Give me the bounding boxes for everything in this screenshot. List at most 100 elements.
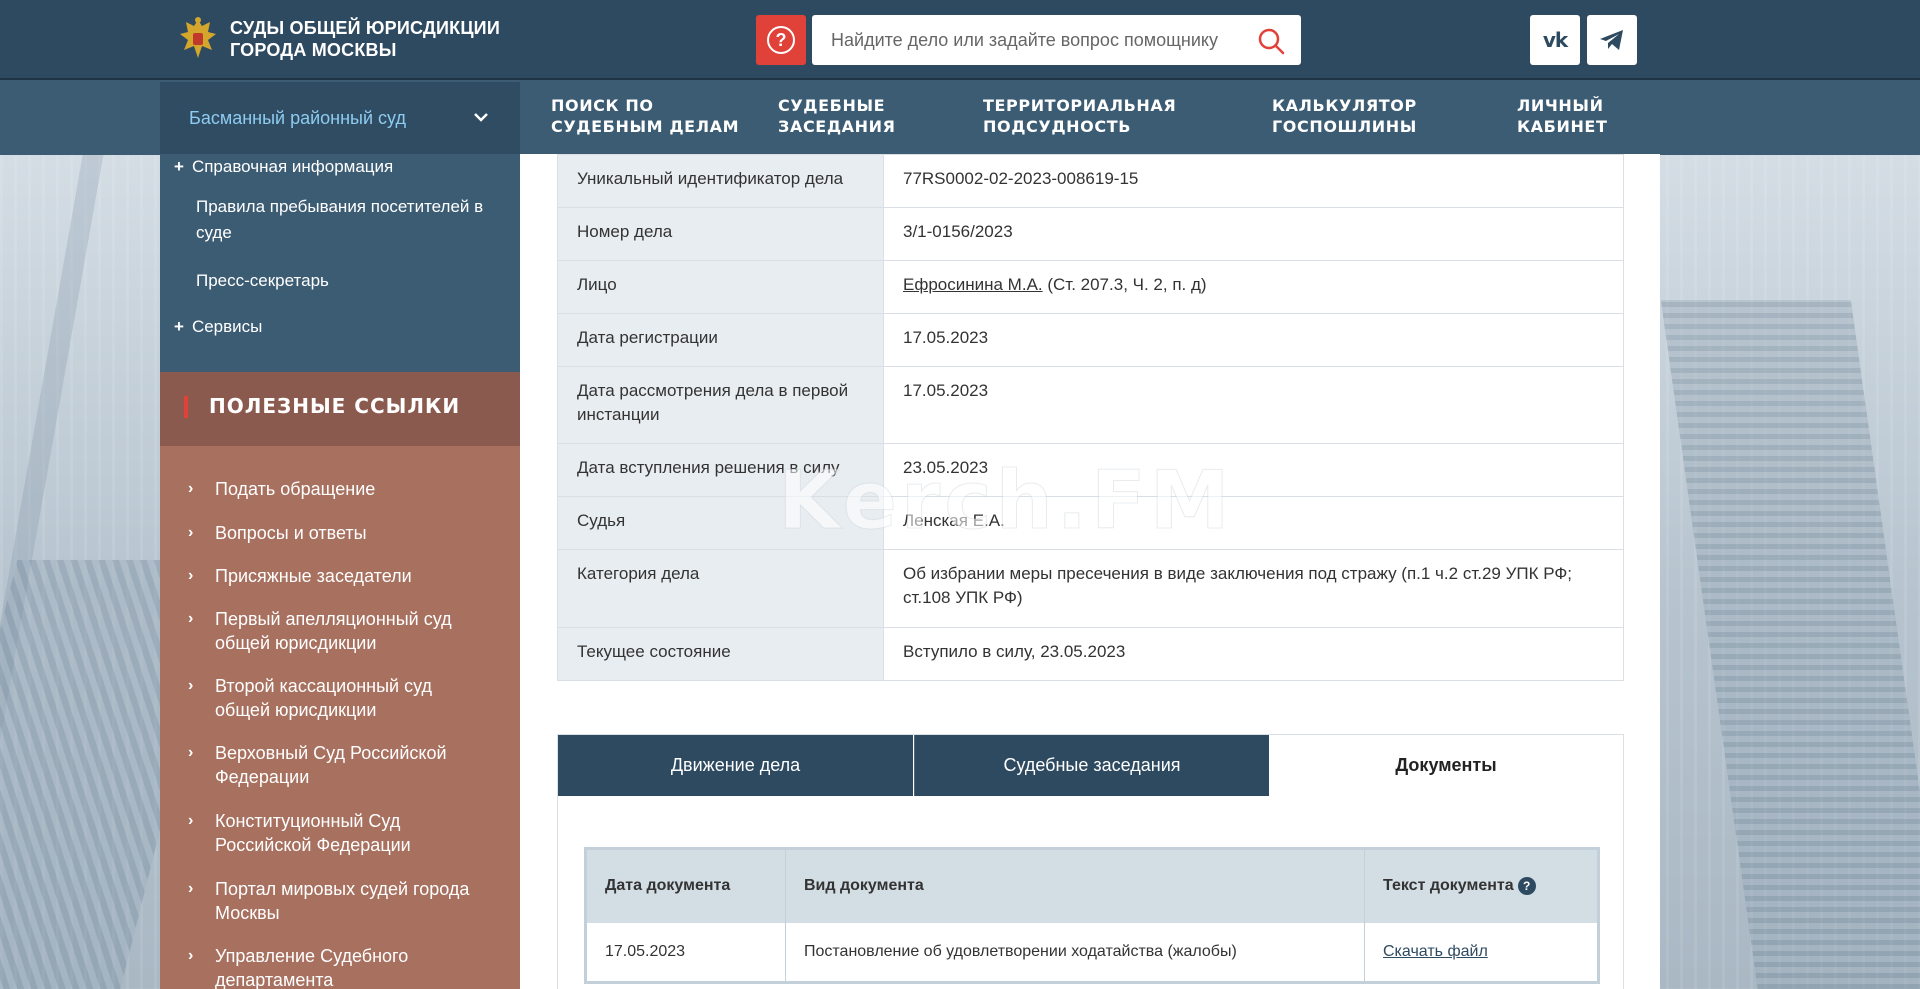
useful-link[interactable]: › Присяжные заседатели — [188, 564, 488, 588]
useful-link-label: Конституционный Суд Российской Федерации — [215, 811, 411, 855]
search-icon[interactable] — [1257, 27, 1285, 55]
useful-link[interactable]: › Первый апелляционный суд общей юрисдикц… — [188, 607, 488, 655]
useful-link-label: Присяжные заседатели — [215, 566, 412, 586]
case-value: 17.05.2023 — [883, 313, 1624, 367]
main-nav: Басманный районный суд ПОИСК ПО СУДЕБНЫМ… — [160, 82, 1660, 154]
useful-links-header: ПОЛЕЗНЫЕ ССЫЛКИ — [160, 372, 520, 446]
telegram-icon — [1600, 30, 1623, 50]
help-icon[interactable]: ? — [1517, 877, 1536, 896]
chevron-right-icon: › — [188, 524, 194, 541]
nav-case-search[interactable]: ПОИСК ПО СУДЕБНЫМ ДЕЛАМ — [551, 95, 739, 137]
useful-link-label: Второй кассационный суд общей юрисдикции — [215, 676, 432, 720]
assistant-help-button[interactable]: ? — [756, 15, 806, 65]
case-row: Дата регистрации 17.05.2023 — [557, 313, 1624, 367]
vk-button[interactable]: vk — [1530, 15, 1580, 65]
doc-link-cell: Скачать файл — [1364, 922, 1599, 983]
case-key: Дата регистрации — [557, 313, 884, 367]
tab-case-movement[interactable]: Движение дела — [558, 735, 913, 796]
person-link[interactable]: Ефросинина М.А. — [903, 275, 1043, 294]
col-doc-text: Текст документа? — [1364, 848, 1599, 923]
case-key: Уникальный идентификатор дела — [557, 154, 884, 208]
table-row: 17.05.2023 Постановление об удовлетворен… — [585, 922, 1599, 983]
nav-jurisdiction[interactable]: ТЕРРИТОРИАЛЬНАЯ ПОДСУДНОСТЬ — [983, 95, 1176, 137]
case-row: Лицо Ефросинина М.А. (Ст. 207.3, Ч. 2, п… — [557, 260, 1624, 314]
nav-case-search-line1: ПОИСК ПО — [551, 96, 654, 115]
chevron-right-icon: › — [188, 677, 194, 694]
sidebar-info-menu: + Справочная информация Правила пребывани… — [160, 154, 520, 372]
tab-hearings[interactable]: Судебные заседания — [914, 735, 1269, 796]
nav-case-search-line2: СУДЕБНЫМ ДЕЛАМ — [551, 117, 740, 136]
useful-links-title: ПОЛЕЗНЫЕ ССЫЛКИ — [209, 394, 461, 418]
case-value: 77RS0002-02-2023-008619-15 — [883, 154, 1624, 208]
sidebar-item-press[interactable]: Пресс-секретарь — [196, 268, 329, 294]
sidebar-item-visitor-rules[interactable]: Правила пребывания посетителей в суде — [196, 194, 496, 246]
chevron-right-icon: › — [188, 812, 194, 829]
search-input[interactable] — [812, 17, 1242, 63]
case-row: Дата рассмотрения дела в первой инстанци… — [557, 366, 1624, 444]
sidebar-item-reference-label: Справочная информация — [191, 157, 394, 176]
sidebar-item-reference[interactable]: + Справочная информация — [174, 154, 393, 180]
case-row: Уникальный идентификатор дела 77RS0002-0… — [557, 154, 1624, 208]
telegram-button[interactable] — [1587, 15, 1637, 65]
site-logo[interactable]: СУДЫ ОБЩЕЙ ЮРИСДИКЦИИ ГОРОДА МОСКВЫ — [178, 16, 500, 62]
plus-icon: + — [174, 157, 184, 176]
nav-account-line1: ЛИЧНЫЙ — [1517, 96, 1604, 115]
case-key: Дата рассмотрения дела в первой инстанци… — [557, 366, 884, 444]
nav-account[interactable]: ЛИЧНЫЙ КАБИНЕТ — [1517, 95, 1607, 137]
sidebar: + Справочная информация Правила пребывани… — [160, 154, 520, 989]
case-value: Ефросинина М.А. (Ст. 207.3, Ч. 2, п. д) — [883, 260, 1624, 314]
case-tabs: Движение дела Судебные заседания Докумен… — [557, 734, 1624, 796]
download-file-link[interactable]: Скачать файл — [1383, 943, 1488, 960]
useful-link-label: Управление Судебного департамента — [215, 946, 409, 989]
site-header: СУДЫ ОБЩЕЙ ЮРИСДИКЦИИ ГОРОДА МОСКВЫ ? vk — [0, 0, 1920, 80]
nav-fee-calculator-line2: ГОСПОШЛИНЫ — [1272, 117, 1417, 136]
case-value: Вступило в силу, 23.05.2023 — [883, 627, 1624, 681]
useful-link[interactable]: › Второй кассационный суд общей юрисдикци… — [188, 674, 488, 722]
chevron-right-icon: › — [188, 610, 194, 627]
logo-text: СУДЫ ОБЩЕЙ ЮРИСДИКЦИИ ГОРОДА МОСКВЫ — [230, 17, 500, 61]
nav-hearings-line1: СУДЕБНЫЕ — [778, 96, 886, 115]
useful-link-label: Подать обращение — [215, 479, 376, 499]
useful-link-label: Портал мировых судей города Москвы — [215, 879, 470, 923]
nav-jurisdiction-line1: ТЕРРИТОРИАЛЬНАЯ — [983, 96, 1177, 115]
useful-link[interactable]: › Верховный Суд Российской Федерации — [188, 741, 488, 789]
sidebar-item-press-label: Пресс-секретарь — [196, 271, 329, 290]
doc-date: 17.05.2023 — [585, 922, 786, 983]
doc-type: Постановление об удовлетворении ходатайс… — [785, 922, 1365, 983]
documents-header-row: Дата документа Вид документа Текст докум… — [585, 848, 1599, 923]
plus-icon: + — [174, 317, 184, 336]
court-name: Басманный районный суд — [189, 107, 406, 128]
useful-link-label: Вопросы и ответы — [215, 523, 367, 543]
case-info-table: Уникальный идентификатор дела 77RS0002-0… — [557, 154, 1624, 681]
useful-link[interactable]: › Конституционный Суд Российской Федераци… — [188, 809, 488, 857]
useful-link[interactable]: › Управление Судебного департамента — [188, 944, 488, 989]
case-key: Категория дела — [557, 549, 884, 628]
coat-of-arms-icon — [180, 17, 216, 58]
case-key: Текущее состояние — [557, 627, 884, 681]
sidebar-item-services[interactable]: + Сервисы — [174, 314, 262, 340]
nav-hearings-line2: ЗАСЕДАНИЯ — [778, 117, 896, 136]
tab-documents[interactable]: Документы — [1269, 735, 1623, 796]
case-value: 17.05.2023 — [883, 366, 1624, 444]
useful-link[interactable]: › Подать обращение — [188, 477, 488, 501]
chevron-right-icon: › — [188, 880, 194, 897]
nav-fee-calculator[interactable]: КАЛЬКУЛЯТОР ГОСПОШЛИНЫ — [1272, 95, 1417, 137]
chevron-down-icon — [474, 113, 488, 122]
case-value: 3/1-0156/2023 — [883, 207, 1624, 261]
sidebar-item-visitor-rules-label: Правила пребывания посетителей в суде — [196, 197, 484, 242]
logo-line-2: ГОРОДА МОСКВЫ — [230, 40, 397, 60]
chevron-right-icon: › — [188, 947, 194, 964]
useful-links-list: › Подать обращение › Вопросы и ответы › При… — [160, 446, 520, 989]
nav-hearings[interactable]: СУДЕБНЫЕ ЗАСЕДАНИЯ — [778, 95, 896, 137]
court-selector[interactable]: Басманный районный суд — [160, 82, 520, 154]
case-key: Лицо — [557, 260, 884, 314]
col-doc-date: Дата документа — [585, 848, 786, 923]
sidebar-item-services-label: Сервисы — [191, 317, 263, 336]
useful-link[interactable]: › Портал мировых судей города Москвы — [188, 877, 488, 925]
case-row: Номер дела 3/1-0156/2023 — [557, 207, 1624, 261]
vk-icon: vk — [1542, 28, 1568, 52]
person-article: (Ст. 207.3, Ч. 2, п. д) — [1042, 275, 1207, 294]
case-row: Текущее состояние Вступило в силу, 23.05… — [557, 627, 1624, 681]
nav-jurisdiction-line2: ПОДСУДНОСТЬ — [983, 117, 1132, 136]
useful-link[interactable]: › Вопросы и ответы — [188, 521, 488, 545]
